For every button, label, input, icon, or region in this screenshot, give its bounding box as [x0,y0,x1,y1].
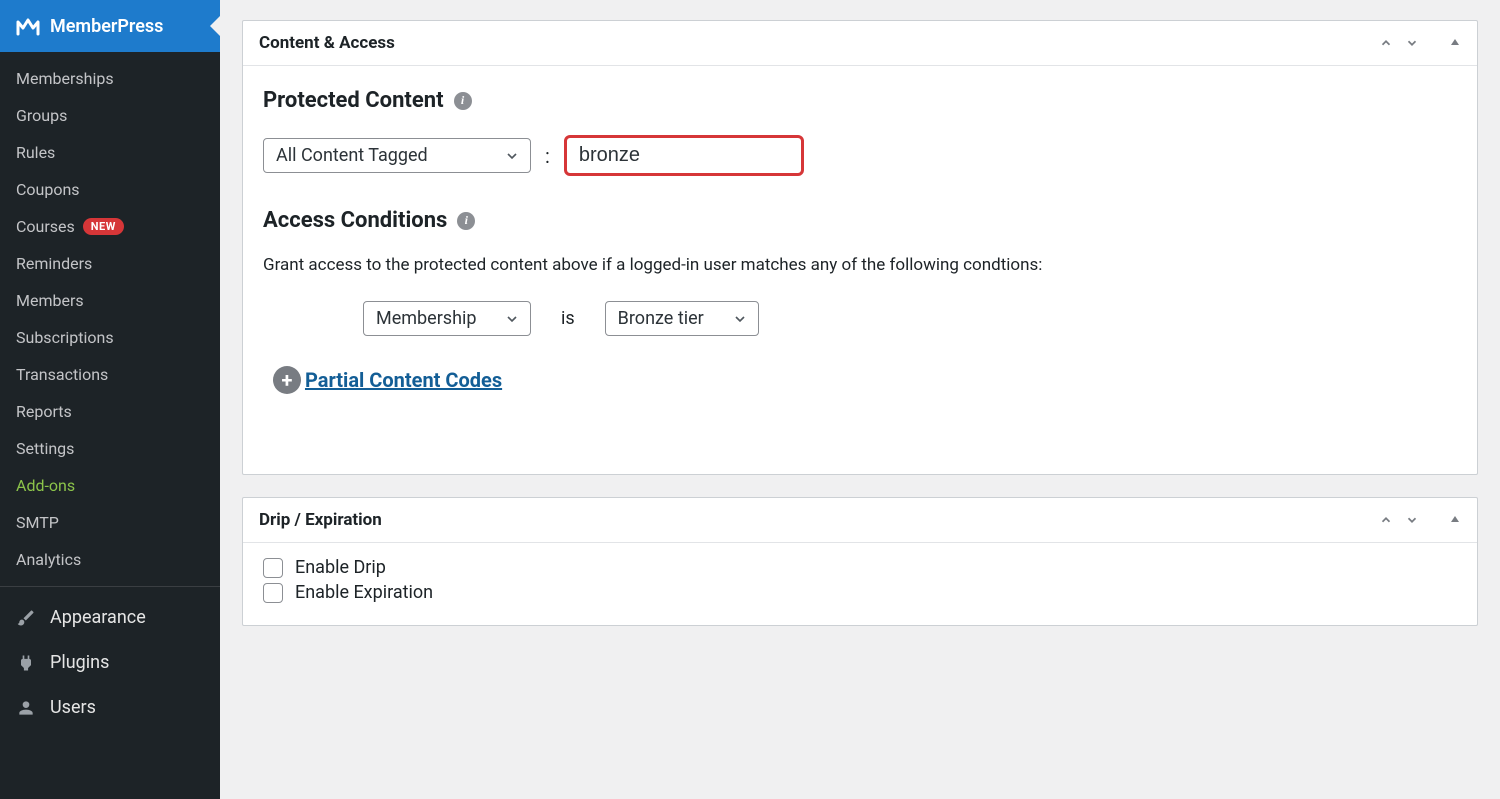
plus-icon: + [282,368,293,392]
main-content: Content & Access Protected Content i [220,0,1500,799]
users-icon [16,698,36,718]
plugins-icon [16,653,36,673]
enable-expiration-checkbox[interactable] [263,583,283,603]
sidebar-item-label: Courses [16,217,75,236]
sidebar-item-analytics[interactable]: Analytics [0,541,220,578]
panel-title: Drip / Expiration [259,510,1379,530]
sidebar-brand[interactable]: MemberPress [0,0,220,52]
chevron-down-icon [504,311,520,327]
panel-header: Content & Access [243,21,1477,66]
checkbox-label: Enable Expiration [295,582,433,603]
chevron-down-icon [504,148,520,164]
select-value: Membership [376,308,477,329]
panel-body: Enable Drip Enable Expiration [243,543,1477,625]
sidebar-item-label: Add-ons [16,476,75,495]
heading-text: Protected Content [263,88,444,113]
collapse-icon[interactable] [1449,513,1461,527]
panel-header: Drip / Expiration [243,498,1477,543]
move-up-icon[interactable] [1379,513,1393,527]
sidebar-item-courses[interactable]: Courses NEW [0,208,220,245]
sidebar-item-addons[interactable]: Add-ons [0,467,220,504]
sidebar-item-label: Analytics [16,550,81,569]
move-down-icon[interactable] [1405,513,1419,527]
sidebar-item-members[interactable]: Members [0,282,220,319]
active-notch-icon [210,16,220,36]
sidebar-item-label: Memberships [16,69,114,88]
sidebar-item-label: Users [50,697,96,718]
access-conditions-heading: Access Conditions i [263,208,1457,233]
admin-sidebar: MemberPress Memberships Groups Rules Cou… [0,0,220,799]
sidebar-item-label: Reminders [16,254,92,273]
sidebar-item-label: Groups [16,106,67,125]
sidebar-item-label: Rules [16,143,55,162]
sidebar-item-subscriptions[interactable]: Subscriptions [0,319,220,356]
sidebar-item-groups[interactable]: Groups [0,97,220,134]
memberpress-logo-icon [16,14,40,38]
sidebar-item-settings[interactable]: Settings [0,430,220,467]
sidebar-item-reports[interactable]: Reports [0,393,220,430]
sidebar-item-transactions[interactable]: Transactions [0,356,220,393]
chevron-down-icon [732,311,748,327]
protected-content-heading: Protected Content i [263,88,1457,113]
panel-body: Protected Content i All Content Tagged :… [243,66,1477,474]
move-up-icon[interactable] [1379,36,1393,50]
panel-title: Content & Access [259,33,1379,53]
sidebar-item-plugins[interactable]: Plugins [0,640,220,685]
sidebar-item-label: Appearance [50,607,146,628]
enable-expiration-row: Enable Expiration [263,582,1457,603]
sidebar-item-label: Subscriptions [16,328,114,347]
panel-controls [1379,36,1461,50]
sidebar-item-label: Plugins [50,652,109,673]
tag-input[interactable] [564,135,804,176]
sidebar-item-memberships[interactable]: Memberships [0,60,220,97]
sidebar-item-rules[interactable]: Rules [0,134,220,171]
sidebar-main-menu: Appearance Plugins Users [0,586,220,730]
add-condition-button[interactable]: + [273,366,301,394]
condition-verb: is [561,308,575,329]
sidebar-item-label: Settings [16,439,74,458]
content-access-panel: Content & Access Protected Content i [242,20,1478,475]
protected-content-row: All Content Tagged : [263,135,1457,176]
content-type-select[interactable]: All Content Tagged [263,138,531,173]
sidebar-item-label: Reports [16,402,72,421]
sidebar-submenu: Memberships Groups Rules Coupons Courses… [0,52,220,586]
partial-content-codes-link[interactable]: Partial Content Codes [305,368,502,392]
info-icon[interactable]: i [454,92,472,110]
checkbox-label: Enable Drip [295,557,386,578]
sidebar-item-appearance[interactable]: Appearance [0,595,220,640]
sidebar-item-coupons[interactable]: Coupons [0,171,220,208]
enable-drip-row: Enable Drip [263,557,1457,578]
condition-value-select[interactable]: Bronze tier [605,301,759,336]
select-value: Bronze tier [618,308,704,329]
sidebar-item-label: Coupons [16,180,80,199]
collapse-icon[interactable] [1449,36,1461,50]
enable-drip-checkbox[interactable] [263,558,283,578]
info-icon[interactable]: i [457,212,475,230]
appearance-icon [16,608,36,628]
sidebar-item-reminders[interactable]: Reminders [0,245,220,282]
panel-controls [1379,513,1461,527]
sidebar-item-users[interactable]: Users [0,685,220,730]
condition-row: Membership is Bronze tier [363,301,1457,336]
condition-type-select[interactable]: Membership [363,301,531,336]
sidebar-item-label: SMTP [16,513,59,532]
sidebar-item-smtp[interactable]: SMTP [0,504,220,541]
sidebar-item-label: Members [16,291,84,310]
access-description: Grant access to the protected content ab… [263,255,1457,275]
select-value: All Content Tagged [276,145,428,166]
heading-text: Access Conditions [263,208,447,233]
sidebar-brand-label: MemberPress [50,16,163,37]
separator-colon: : [545,144,550,168]
drip-expiration-panel: Drip / Expiration Enable Drip Enab [242,497,1478,626]
sidebar-item-label: Transactions [16,365,108,384]
move-down-icon[interactable] [1405,36,1419,50]
new-badge: NEW [83,218,124,235]
